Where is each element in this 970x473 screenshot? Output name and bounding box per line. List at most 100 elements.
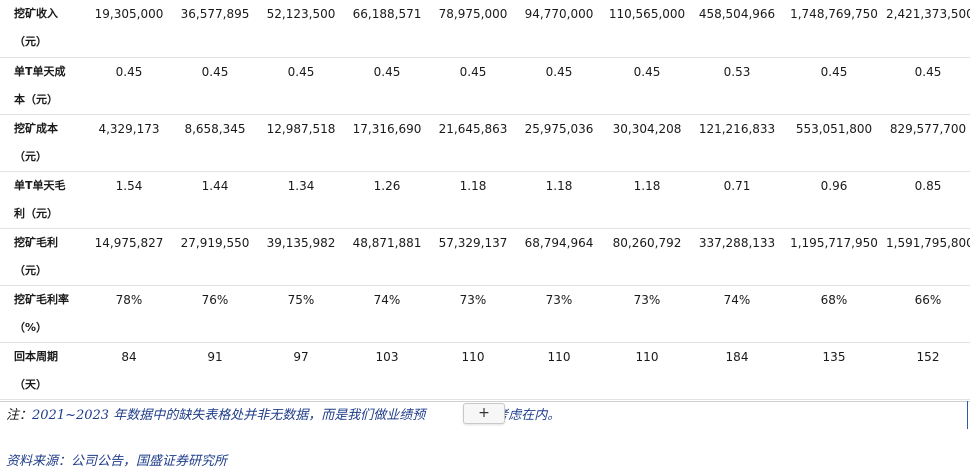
table-cell: 91: [207, 349, 223, 364]
row-label-line: 挖矿毛利率: [14, 292, 69, 306]
table-cell: 17,316,690: [352, 121, 422, 136]
row-label-line: 挖矿成本: [14, 121, 58, 135]
table-cell: 36,577,895: [180, 7, 250, 21]
table-cell: 2,421,373,500: [886, 7, 970, 21]
row-label: 单T单天成本（元）: [0, 57, 86, 114]
table-cell: 4,329,173: [98, 121, 160, 136]
row-label: 挖矿成本 （元）: [0, 114, 86, 171]
table-cell: 74%: [373, 292, 401, 307]
table-cell: 97: [293, 349, 309, 364]
table-cell: 19,305,000: [94, 7, 164, 21]
table-cell: 78,975,000: [438, 7, 508, 21]
cell-selection-border: [967, 401, 968, 429]
table-cell: 0.45: [459, 64, 487, 79]
table-cell: 0.45: [633, 64, 661, 79]
row-label: 单T单天毛 利（元）: [0, 171, 86, 228]
table-cell: 135: [822, 349, 846, 364]
table-cell: 1,591,795,800: [886, 235, 970, 250]
table-row: 挖矿收入 （元） 19,305,000 36,577,895 52,123,500 66,…: [0, 0, 970, 57]
table-cell: 39,135,982: [266, 235, 336, 250]
table-cell: 1.44: [201, 178, 229, 193]
table-cell: 0.45: [545, 64, 573, 79]
row-label: 挖矿毛利率 （%）: [0, 285, 86, 342]
row-label-line: 本（元）: [14, 92, 58, 106]
table-cell: 121,216,833: [698, 121, 776, 136]
table-cell: 1.18: [545, 178, 573, 193]
note-text-before: 年数据中的缺失表格处并非无数据，而是我们做业绩预: [109, 408, 426, 423]
row-label: 挖矿收入 （元）: [0, 0, 86, 57]
add-row-button[interactable]: +: [463, 403, 505, 424]
table-cell: 1.34: [287, 178, 315, 193]
table-cell: 73%: [459, 292, 487, 307]
table-cell: 0.45: [115, 64, 143, 79]
table-row: 单T单天成本（元） 0.45 0.45 0.45 0.45 0.45 0.45 0.45 0.5…: [0, 57, 970, 114]
table-cell: 0.45: [373, 64, 401, 79]
row-label-line: （元）: [14, 149, 47, 163]
row-label-line: （元）: [14, 263, 47, 277]
table-cell: 337,288,133: [698, 235, 776, 250]
table-cell: 0.45: [914, 64, 942, 79]
table-cell: 110: [635, 349, 659, 364]
row-label-line: 单T单天成: [14, 64, 66, 78]
table-cell: 0.71: [723, 178, 751, 193]
table-cell: 73%: [545, 292, 573, 307]
table-cell: 14,975,827: [94, 235, 164, 250]
table-row: 挖矿毛利率 （%） 78% 76% 75% 74% 73% 73% 73% 74% 68% 66%: [0, 285, 970, 342]
table-cell: 84: [121, 349, 137, 364]
table-cell: 0.53: [723, 64, 751, 79]
table-cell: 68,794,964: [524, 235, 594, 250]
table-cell: 52,123,500: [266, 7, 336, 21]
table-cell: 8,658,345: [184, 121, 246, 136]
table-cell: 27,919,550: [180, 235, 250, 250]
row-label: 挖矿毛利 （元）: [0, 228, 86, 285]
table-cell: 553,051,800: [795, 121, 873, 136]
table-cell: 68%: [820, 292, 848, 307]
table-cell: 152: [916, 349, 940, 364]
table-cell: 0.96: [820, 178, 848, 193]
table-cell: 1,195,717,950: [790, 235, 878, 250]
table-cell: 12,987,518: [266, 121, 336, 136]
table-cell: 1.18: [459, 178, 487, 193]
table-row: 单T单天毛 利（元） 1.54 1.44 1.34 1.26 1.18 1.18 1.18 0.7…: [0, 171, 970, 228]
table-cell: 30,304,208: [612, 121, 682, 136]
table-row: 挖矿成本 （元） 4,329,173 8,658,345 12,987,518 17,31…: [0, 114, 970, 171]
table-cell: 0.85: [914, 178, 942, 193]
table-cell: 110,565,000: [608, 7, 686, 21]
row-label: 回本周期 （天）: [0, 342, 86, 399]
table-cell: 0.45: [201, 64, 229, 79]
table-cell: 21,645,863: [438, 121, 508, 136]
table-cell: 78%: [115, 292, 143, 307]
mining-data-table: 挖矿收入 （元） 19,305,000 36,577,895 52,123,500 66,…: [0, 0, 970, 400]
table-cell: 66%: [914, 292, 942, 307]
source-note: 资料来源：公司公告，国盛证券研究所: [6, 454, 228, 469]
row-label-line: 回本周期: [14, 349, 58, 363]
table-cell: 0.45: [287, 64, 315, 79]
row-label-line: 挖矿收入: [14, 7, 58, 21]
table-row: 挖矿毛利 （元） 14,975,827 27,919,550 39,135,982 48,…: [0, 228, 970, 285]
table-cell: 25,975,036: [524, 121, 594, 136]
table-cell: 57,329,137: [438, 235, 508, 250]
row-label-line: 挖矿毛利: [14, 235, 58, 249]
table-cell: 110: [461, 349, 485, 364]
table-cell: 110: [547, 349, 571, 364]
note-prefix: 注：: [6, 408, 33, 423]
table-cell: 80,260,792: [612, 235, 682, 250]
table-cell: 66,188,571: [352, 7, 422, 21]
table-cell: 0.45: [820, 64, 848, 79]
table-cell: 1.18: [633, 178, 661, 193]
table-cell: 48,871,881: [352, 235, 422, 250]
table-cell: 458,504,966: [698, 7, 776, 21]
table-row: 回本周期 （天） 84 91 97 103 110 110 110 184 135 152: [0, 342, 970, 399]
row-label-line: （天）: [14, 377, 47, 391]
table-cell: 184: [725, 349, 749, 364]
note-years: 2021~2023: [32, 408, 110, 423]
table-cell: 1,748,769,750: [790, 7, 878, 21]
note-divider: [0, 401, 970, 402]
table-cell: 75%: [287, 292, 315, 307]
table-cell: 829,577,700: [889, 121, 967, 136]
table-cell: 74%: [723, 292, 751, 307]
table-cell: 1.26: [373, 178, 401, 193]
row-label-line: （%）: [14, 320, 48, 334]
row-label-line: 利（元）: [14, 206, 58, 220]
row-label-line: （元）: [14, 35, 47, 49]
